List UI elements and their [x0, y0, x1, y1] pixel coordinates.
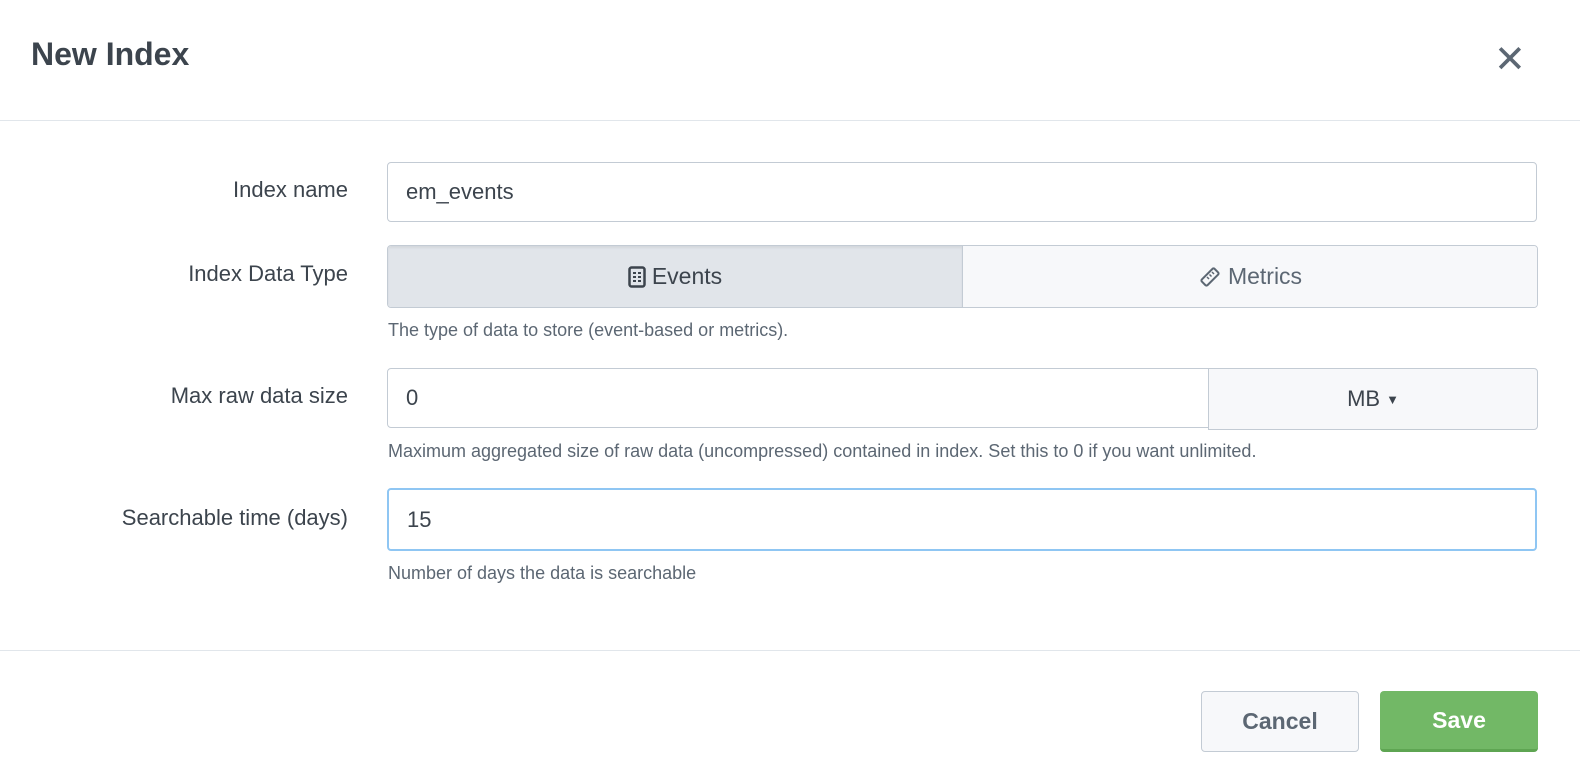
events-option[interactable]: Events: [388, 246, 963, 307]
data-type-help: The type of data to store (event-based o…: [388, 320, 789, 340]
searchable-input[interactable]: [387, 488, 1537, 551]
ruler-icon: [1200, 266, 1220, 287]
dialog-footer: [0, 650, 1580, 651]
save-button[interactable]: Save: [1380, 691, 1538, 752]
dialog-title: New Index: [31, 36, 190, 72]
data-type-toggle: Events Metrics: [387, 245, 1538, 308]
metrics-label: Metrics: [1227, 263, 1303, 289]
unit-dropdown[interactable]: MB ▼: [1208, 368, 1538, 430]
events-label: Events: [651, 263, 723, 289]
caret-down-icon: ▼: [1386, 391, 1399, 407]
max-size-input[interactable]: [387, 368, 1209, 428]
close-icon[interactable]: ✕: [1494, 40, 1526, 80]
cancel-button[interactable]: Cancel: [1201, 691, 1359, 752]
index-name-input[interactable]: [387, 162, 1537, 222]
searchable-label: Searchable time (days): [121, 505, 348, 530]
metrics-option[interactable]: Metrics: [963, 246, 1537, 307]
data-type-label: Index Data Type: [188, 261, 348, 286]
dialog-header: New Index ✕: [0, 0, 1580, 121]
searchable-help: Number of days the data is searchable: [388, 563, 697, 583]
max-size-help: Maximum aggregated size of raw data (unc…: [388, 441, 1257, 461]
events-icon: [628, 265, 646, 288]
index-name-label: Index name: [233, 177, 348, 202]
max-size-label: Max raw data size: [170, 383, 348, 408]
unit-value: MB: [1347, 386, 1381, 411]
